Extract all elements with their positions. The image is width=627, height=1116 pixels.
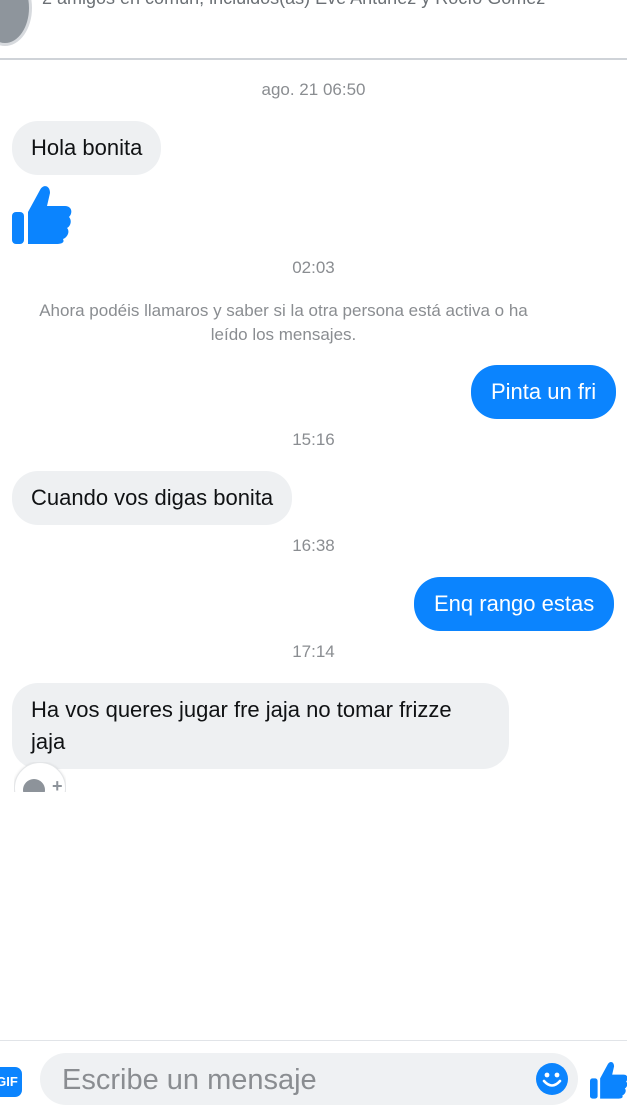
message-bubble-incoming[interactable]: Hola bonita bbox=[12, 121, 162, 175]
conversation-header: 2 amigos en común, incluidos(as) Eve Ant… bbox=[0, 0, 627, 60]
message-composer: GIF bbox=[0, 1040, 627, 1116]
timestamp: ago. 21 06:50 bbox=[261, 80, 366, 99]
mutual-friends-text: 2 amigos en común, incluidos(as) Eve Ant… bbox=[42, 0, 545, 9]
timestamp: 16:38 bbox=[292, 536, 335, 555]
gif-button[interactable]: GIF bbox=[0, 1067, 22, 1097]
thumbs-up-icon[interactable] bbox=[590, 1059, 627, 1099]
message-bubble-outgoing[interactable]: Enq rango estas bbox=[414, 577, 615, 631]
message-bubble-incoming[interactable]: Cuando vos digas bonita bbox=[12, 471, 293, 525]
smiley-icon[interactable] bbox=[536, 1063, 568, 1095]
timestamp: 15:16 bbox=[292, 430, 335, 449]
timestamp: 17:14 bbox=[292, 642, 335, 661]
message-input[interactable] bbox=[60, 1059, 524, 1101]
message-bubble-incoming[interactable]: Ha vos queres jugar fre jaja no tomar fr… bbox=[12, 683, 509, 769]
message-bubble-outgoing[interactable]: Pinta un fri bbox=[471, 365, 617, 419]
plus-icon: + bbox=[52, 776, 63, 792]
thumbs-up-icon[interactable] bbox=[12, 182, 72, 244]
system-notice: Ahora podéis llamaros y saber si la otra… bbox=[39, 301, 528, 344]
message-input-box[interactable] bbox=[40, 1053, 578, 1105]
add-reaction-button[interactable]: + bbox=[14, 762, 66, 792]
avatar[interactable] bbox=[0, 0, 32, 46]
timestamp: 02:03 bbox=[292, 258, 335, 277]
